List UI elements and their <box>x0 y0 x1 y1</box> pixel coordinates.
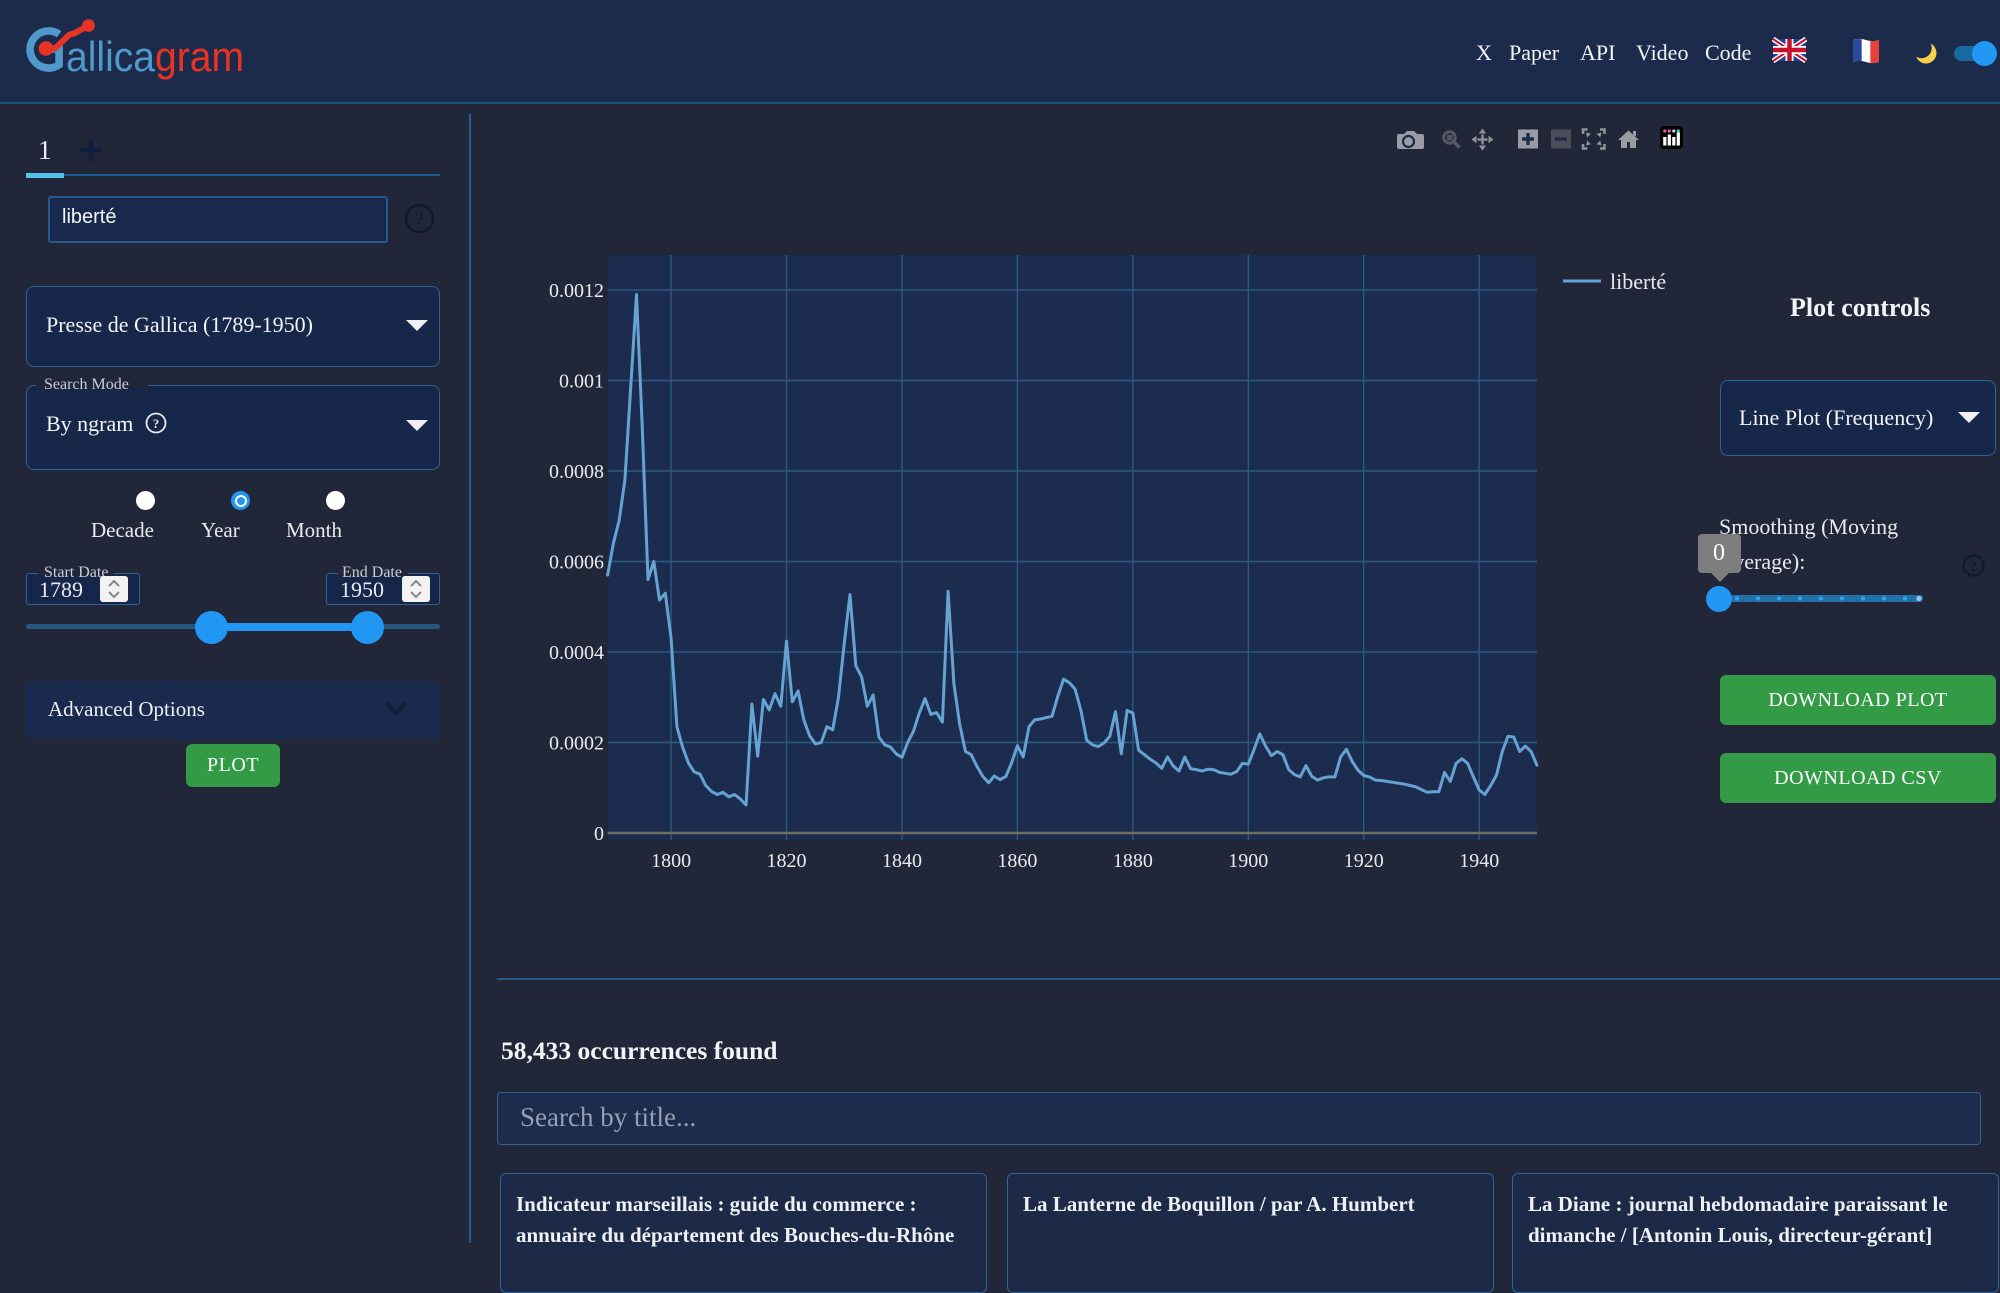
svg-text:0.0008: 0.0008 <box>549 461 604 483</box>
svg-text:0: 0 <box>594 823 604 845</box>
svg-text:0.0006: 0.0006 <box>549 552 604 574</box>
svg-text:1900: 1900 <box>1228 850 1268 872</box>
svg-text:1920: 1920 <box>1344 850 1384 872</box>
svg-text:?: ? <box>415 209 424 229</box>
svg-text:gram: gram <box>155 33 244 80</box>
svg-text:1880: 1880 <box>1113 850 1153 872</box>
svg-text:0.0002: 0.0002 <box>549 733 604 755</box>
svg-text:?: ? <box>153 416 160 431</box>
svg-text:liberté: liberté <box>1610 269 1666 294</box>
svg-text:1940: 1940 <box>1459 850 1499 872</box>
svg-text:?: ? <box>1970 559 1978 575</box>
svg-text:0.0012: 0.0012 <box>549 280 604 302</box>
svg-text:1800: 1800 <box>651 850 691 872</box>
svg-text:1860: 1860 <box>997 850 1037 872</box>
svg-text:1820: 1820 <box>767 850 807 872</box>
svg-text:allica: allica <box>66 33 156 80</box>
svg-text:0.001: 0.001 <box>559 371 604 393</box>
svg-text:1840: 1840 <box>882 850 922 872</box>
svg-text:0.0004: 0.0004 <box>549 642 604 664</box>
